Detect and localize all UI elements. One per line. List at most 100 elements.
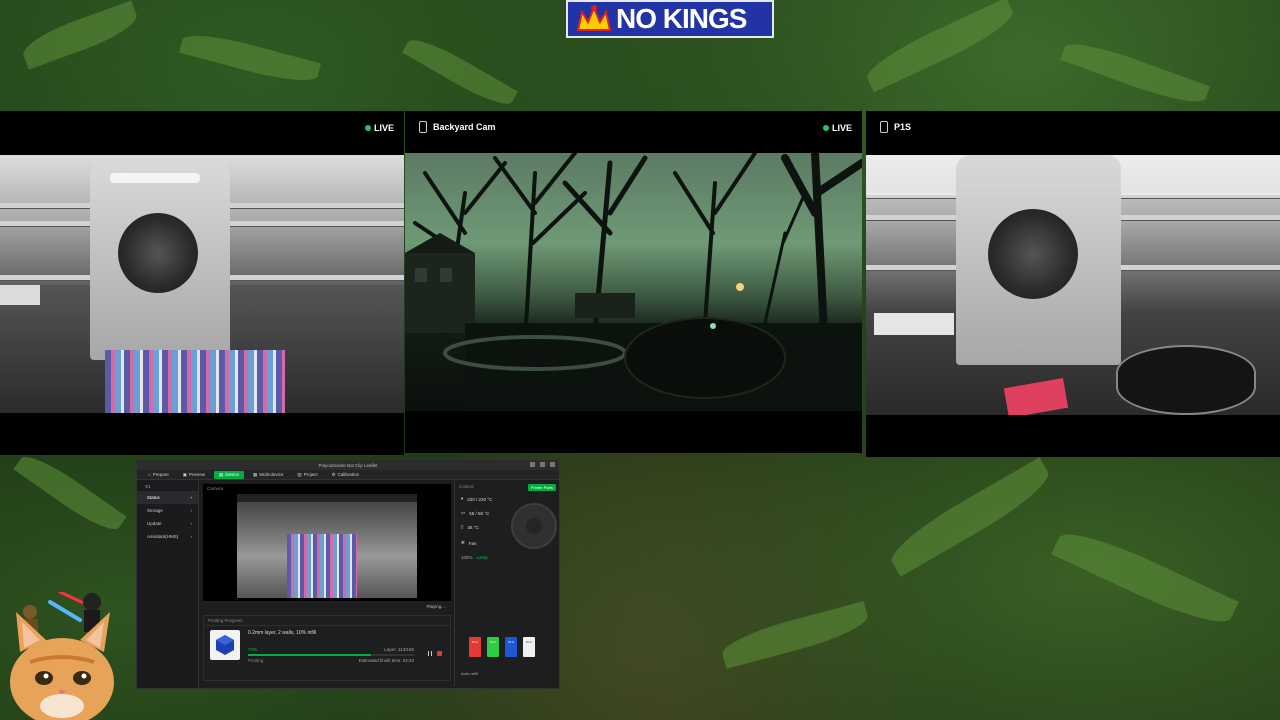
banner-text: NO KINGS (616, 3, 747, 34)
tab-calibration[interactable]: ⚙ Calibration (327, 471, 365, 479)
pause-button[interactable] (428, 651, 432, 656)
tab-prepare[interactable]: ⌂ Prepare (143, 471, 174, 478)
cam-name-label: Backyard Cam (433, 122, 496, 132)
bed-icon: ▭ (461, 510, 466, 515)
camera-label: Camera (207, 486, 224, 491)
cam-name-label: P1S (894, 122, 912, 132)
playing-status: Playing... (426, 603, 445, 609)
live-indicator: LIVE (364, 123, 394, 133)
lamp-toggle[interactable]: Lamp (477, 555, 488, 560)
device-selector[interactable]: X1 (137, 481, 198, 491)
bambu-studio-window: Polycarbonite Bot Clip Leaflet ⌂ Prepare … (136, 459, 560, 689)
phone-icon (880, 121, 888, 133)
leaf-decoration (861, 0, 1019, 93)
right-cam-header: P1S (866, 111, 1280, 155)
close-icon[interactable] (550, 462, 555, 467)
live-dot-icon (364, 125, 371, 131)
left-printer-cam-feed (0, 155, 404, 413)
layer-count: Layer: 113/150 (384, 647, 414, 652)
leaf-decoration (1060, 35, 1210, 111)
model-thumbnail (210, 630, 240, 660)
leaf-decoration (13, 447, 127, 539)
device-icon: ▤ (219, 471, 224, 477)
stream-overlay: NO KINGS LIVE Backyard Cam LIVE P1S Poly… (0, 0, 1280, 720)
printing-progress-panel: Printing Progress 0.2mm layer, 2 walls, … (203, 615, 451, 681)
tab-multi-device[interactable]: ▦ Multi-device (248, 471, 288, 479)
progress-percent: 74% (248, 647, 258, 652)
leaf-decoration (718, 601, 872, 669)
fan-icon: ✻ (461, 540, 465, 545)
live-label: LIVE (373, 123, 394, 133)
leaf-decoration (883, 457, 1057, 577)
printer-camera-view: Camera (203, 484, 451, 601)
fan-percent: 100% (461, 554, 473, 560)
axis-jog-control[interactable] (511, 503, 557, 549)
chevron-right-icon: › (190, 534, 193, 539)
sidebar-item-update[interactable]: Update › (137, 517, 198, 530)
ams-spool-3[interactable]: PLA (505, 637, 517, 657)
left-cam-footer (0, 413, 404, 455)
nozzle-icon: ▾ (461, 496, 464, 501)
cat-sticker (0, 590, 136, 720)
right-cam-footer (866, 415, 1280, 457)
sidebar-item-status[interactable]: Status › (137, 491, 198, 504)
sidebar-item-assistant[interactable]: Assistant(HMS) › (137, 530, 198, 543)
home-icon: ⌂ (148, 472, 151, 477)
chevron-right-icon: › (190, 495, 193, 500)
live-label: LIVE (831, 123, 852, 133)
nozzle-temp[interactable]: ▾ 220 / 220 °C (455, 492, 559, 506)
backyard-cam-feed (405, 153, 862, 411)
camera-image (237, 494, 417, 598)
chamber-icon: ▯ (461, 524, 464, 529)
control-header: Control Printer Parts (455, 481, 559, 492)
phone-icon (419, 121, 427, 133)
estimated-finish: Estimated finish time: 04:24 (358, 658, 414, 663)
calibration-icon: ⚙ (331, 471, 336, 477)
leaf-decoration (402, 31, 518, 113)
job-description: 0.2mm layer, 2 walls, 10% infill (248, 630, 317, 636)
cam-name: P1S (880, 121, 911, 133)
control-panel: Control Printer Parts ▾ 220 / 220 °C ▭ 55 /… (454, 481, 559, 686)
fan-lamp-values: 100% Lamp (455, 550, 559, 564)
window-title: Polycarbonite Bot Clip Leaflet (318, 462, 378, 468)
left-cam-header: LIVE (0, 111, 404, 155)
live-dot-icon (822, 125, 829, 131)
preview-icon: ▣ (182, 471, 187, 477)
print-status: Printing (248, 658, 264, 663)
multi-device-icon: ▦ (253, 471, 258, 477)
ams-spool-1[interactable]: PLA (469, 637, 481, 657)
minimize-icon[interactable] (530, 462, 535, 467)
window-controls (530, 462, 555, 467)
cam-name: Backyard Cam (419, 121, 496, 133)
ams-spool-4[interactable]: PLA (523, 637, 535, 657)
leaf-decoration (179, 27, 321, 89)
leaf-decoration (1051, 521, 1239, 635)
camera-status-bar: Playing... (203, 601, 451, 611)
progress-bar-fill (248, 654, 371, 656)
project-icon: ▥ (297, 471, 302, 477)
window-titlebar: Polycarbonite Bot Clip Leaflet (137, 460, 559, 470)
auto-refill-button[interactable]: Auto-refill (461, 671, 478, 676)
crown-icon (568, 2, 616, 36)
tab-device[interactable]: ▤ Device (214, 470, 245, 479)
leaf-decoration (18, 0, 142, 70)
home-axis-button[interactable] (526, 518, 542, 534)
printer-parts-button[interactable]: Printer Parts (527, 484, 556, 491)
stop-button[interactable] (437, 651, 442, 656)
ams-spool-2[interactable]: PLA (487, 637, 499, 657)
live-indicator: LIVE (822, 123, 852, 133)
device-sidebar: X1 Status › Storage › Update › Assistant(HM… (137, 481, 199, 688)
tab-project[interactable]: ▥ Project (292, 471, 322, 479)
right-printer-cam-feed (866, 155, 1280, 415)
progress-header: Printing Progress (204, 616, 450, 626)
studio-tab-bar: ⌂ Prepare ▣ Preview ▤ Device ▦ Multi-device … (137, 470, 559, 480)
center-cam-footer (405, 411, 862, 453)
no-kings-banner: NO KINGS (566, 0, 774, 38)
center-cam-header: Backyard Cam LIVE (405, 111, 862, 155)
tab-preview[interactable]: ▣ Preview (178, 471, 210, 479)
chevron-right-icon: › (190, 521, 193, 526)
sidebar-item-storage[interactable]: Storage › (137, 504, 198, 517)
progress-bar (248, 654, 414, 656)
chevron-right-icon: › (190, 508, 193, 513)
maximize-icon[interactable] (540, 462, 545, 467)
